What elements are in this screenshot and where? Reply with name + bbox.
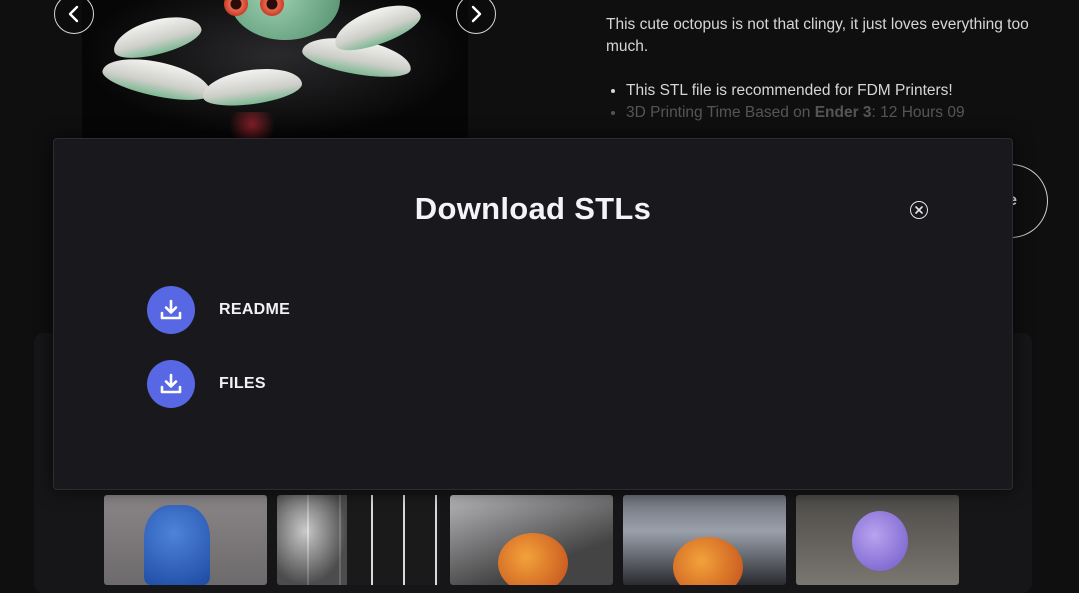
download-readme-button[interactable]: README	[147, 286, 290, 334]
reflection	[222, 112, 282, 138]
chevron-right-icon	[471, 5, 482, 23]
tentacle	[109, 8, 205, 66]
gallery-thumbnails	[104, 495, 959, 585]
print-time-printer: Ender 3	[814, 104, 872, 121]
product-description: This cute octopus is not that clingy, it…	[606, 14, 1046, 124]
product-image	[82, 0, 468, 138]
close-button[interactable]	[910, 201, 928, 219]
chevron-left-icon	[68, 5, 79, 23]
description-bullet: This STL file is recommended for FDM Pri…	[626, 80, 1046, 102]
gallery-next-button[interactable]	[456, 0, 496, 34]
download-readme-label: README	[219, 301, 291, 318]
download-icon	[147, 360, 195, 408]
description-intro: This cute octopus is not that clingy, it…	[606, 16, 1029, 55]
description-bullet: 3D Printing Time Based on Ender 3: 12 Ho…	[626, 102, 1046, 124]
thumbnail[interactable]	[623, 495, 786, 585]
download-icon	[147, 286, 195, 334]
download-files-button[interactable]: FILES	[147, 360, 266, 408]
print-time-value: : 12 Hours 09	[871, 104, 965, 121]
tentacle	[200, 63, 304, 111]
thumbnail[interactable]	[796, 495, 959, 585]
thumbnail[interactable]	[104, 495, 267, 585]
print-time-prefix: 3D Printing Time Based on	[626, 104, 815, 121]
download-files-label: FILES	[219, 375, 266, 392]
tentacle	[99, 50, 215, 108]
download-modal: Download STLs README FILES	[53, 138, 1013, 490]
thumbnail[interactable]	[277, 495, 440, 585]
description-bullets: This STL file is recommended for FDM Pri…	[606, 80, 1046, 124]
thumbnail[interactable]	[450, 495, 613, 585]
modal-title: Download STLs	[414, 191, 652, 226]
close-icon	[915, 206, 923, 214]
